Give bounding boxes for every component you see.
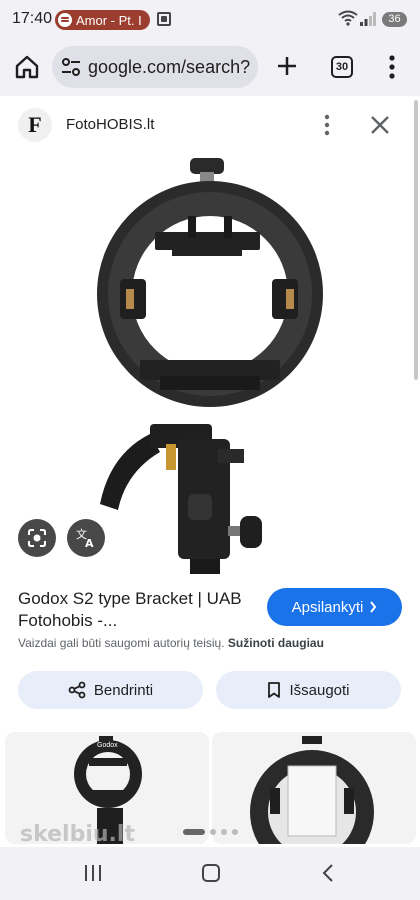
- url-text: google.com/search?: [88, 56, 251, 77]
- translate-button[interactable]: 文 A: [67, 519, 105, 557]
- scrollbar-thumb[interactable]: [414, 100, 418, 380]
- plus-icon[interactable]: [275, 54, 299, 78]
- home-icon[interactable]: [12, 52, 42, 82]
- related-image-2-picture: [212, 732, 416, 844]
- share-icon: [68, 681, 86, 699]
- battery-indicator: 36: [382, 12, 407, 27]
- learn-more-link[interactable]: Sužinoti daugiau: [228, 636, 324, 650]
- product-image[interactable]: [0, 154, 420, 574]
- more-vert-icon[interactable]: [318, 114, 336, 136]
- pager-dot: [221, 829, 227, 835]
- spotify-icon: [58, 13, 72, 27]
- share-label: Bendrinti: [93, 681, 154, 699]
- more-vert-icon[interactable]: [384, 54, 400, 80]
- save-button[interactable]: Išsaugoti: [216, 671, 401, 709]
- back-icon[interactable]: [322, 863, 334, 883]
- browser-toolbar: google.com/search? 30: [0, 40, 420, 96]
- system-nav-bar: [0, 847, 420, 900]
- status-time: 17:40: [12, 10, 53, 27]
- media-pill-label: Amor - Pt. I: [76, 12, 142, 28]
- recents-icon[interactable]: [83, 864, 103, 882]
- site-name[interactable]: FotoHOBIS.lt: [66, 116, 154, 133]
- result-panel-header: F FotoHOBIS.lt: [0, 98, 420, 154]
- chevron-right-icon: [370, 601, 377, 613]
- watermark: skelbiu.lt: [20, 822, 135, 847]
- visit-button[interactable]: Apsilankyti: [267, 588, 402, 626]
- share-button[interactable]: Bendrinti: [18, 671, 203, 709]
- related-image-2[interactable]: [212, 732, 416, 844]
- close-icon[interactable]: [369, 114, 391, 136]
- copyright-notice: Vaizdai gali būti saugomi autorių teisių…: [18, 636, 324, 650]
- related-image-1-brand: Godox: [97, 742, 118, 749]
- tab-switcher-button[interactable]: 30: [331, 56, 353, 78]
- media-pill[interactable]: Amor - Pt. I: [55, 10, 150, 30]
- bookmark-icon: [268, 682, 281, 698]
- site-logo: F: [18, 108, 52, 142]
- signal-icon: [360, 12, 376, 26]
- lens-icon: [28, 529, 46, 547]
- status-bar: 17:40 Amor - Pt. I 36: [0, 0, 420, 40]
- lens-button[interactable]: [18, 519, 56, 557]
- nav-home-button[interactable]: [202, 864, 220, 882]
- address-bar[interactable]: google.com/search?: [52, 46, 258, 88]
- copyright-text: Vaizdai gali būti saugomi autorių teisių…: [18, 636, 225, 650]
- translate-icon: 文 A: [76, 527, 94, 549]
- result-title[interactable]: Godox S2 type Bracket | UAB Fotohobis -.…: [18, 588, 258, 632]
- screen-record-icon: [157, 12, 171, 26]
- pager-dot: [232, 829, 238, 835]
- pager-dot-active: [183, 829, 205, 835]
- tune-icon[interactable]: [60, 56, 82, 78]
- svg-text:A: A: [85, 537, 94, 549]
- pager-dot: [210, 829, 216, 835]
- visit-button-label: Apsilankyti: [291, 598, 364, 616]
- wifi-icon: [338, 10, 358, 26]
- save-label: Išsaugoti: [289, 681, 350, 699]
- carousel-pager: [183, 829, 238, 835]
